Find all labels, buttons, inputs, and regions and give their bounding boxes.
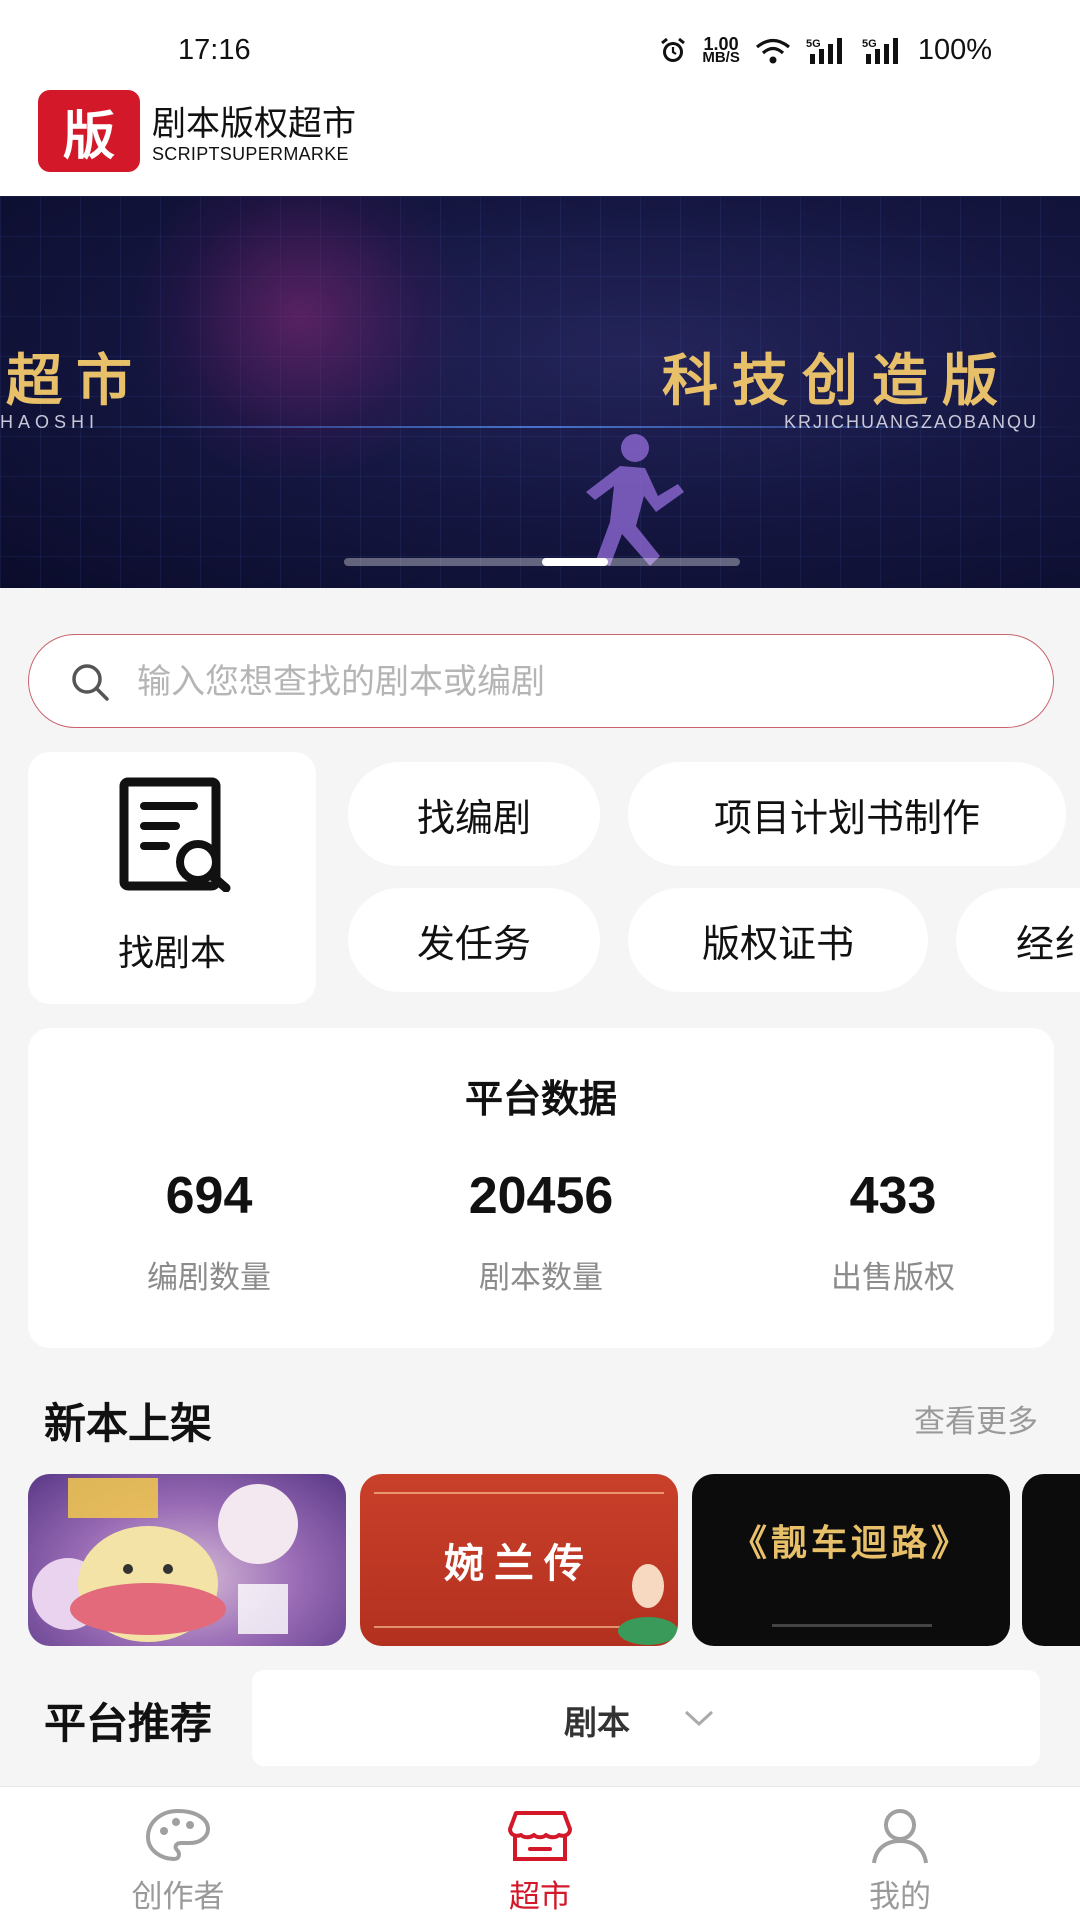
new-arrival-card[interactable] xyxy=(28,1474,346,1646)
post-task-label: 发任务 xyxy=(416,921,531,966)
copyright-cert-button[interactable]: 版权证书 xyxy=(628,888,928,992)
signal-5g-icon: 5G xyxy=(806,36,848,66)
view-more-link[interactable]: 查看更多 xyxy=(914,1396,1038,1441)
bottom-navigation: 创作者 超市 我的 xyxy=(0,1786,1080,1920)
promo-banner[interactable]: 超市 HAOSHI 科技创造版 KRJICHUANGZAOBANQU xyxy=(0,196,1080,588)
stat-label: 剧本数量 xyxy=(479,1260,603,1296)
svg-text:5G: 5G xyxy=(862,38,877,50)
svg-text:5G: 5G xyxy=(806,38,821,50)
stat-copyrights-sold: 433 出售版权 xyxy=(763,1166,1023,1297)
nav-tab-mine[interactable]: 我的 xyxy=(800,1787,1000,1920)
net-speed-unit: MB/S xyxy=(702,48,740,66)
new-arrival-card[interactable]: 《靓车迴路》 xyxy=(692,1474,1010,1646)
signal-5g-icon: 5G xyxy=(862,36,904,66)
category-dropdown[interactable]: 剧本 xyxy=(252,1670,1040,1766)
lotus-icon xyxy=(618,1564,678,1645)
category-dropdown-value: 剧本 xyxy=(564,1703,630,1742)
alarm-icon xyxy=(658,36,688,66)
banner-left-subtitle: HAOSHI xyxy=(0,412,100,432)
search-bar[interactable] xyxy=(28,634,1054,728)
app-header: 版 剧本版权超市 SCRIPTSUPERMARKE xyxy=(0,84,1080,196)
stat-value: 433 xyxy=(849,1167,937,1225)
project-plan-button[interactable]: 项目计划书制作 xyxy=(628,762,1066,866)
new-arrival-card[interactable] xyxy=(1022,1474,1080,1646)
search-icon xyxy=(72,664,109,701)
nav-label: 我的 xyxy=(869,1879,931,1915)
stat-label: 编剧数量 xyxy=(147,1260,271,1296)
search-input[interactable] xyxy=(137,655,1017,709)
find-script-label: 找剧本 xyxy=(117,933,226,974)
store-icon xyxy=(508,1811,572,1861)
new-arrivals-title: 新本上架 xyxy=(44,1399,213,1448)
stat-writers: 694 编剧数量 xyxy=(79,1166,339,1297)
find-writer-label: 找编剧 xyxy=(416,795,531,840)
net-speed: 1.00 MB/S xyxy=(702,35,740,66)
nav-tab-creator[interactable]: 创作者 xyxy=(78,1787,278,1920)
banner-right-subtitle: KRJICHUANGZAOBANQU xyxy=(784,412,1039,432)
document-search-icon xyxy=(119,777,231,892)
status-indicators: 1.00 MB/S 5G 5G 100% xyxy=(658,34,992,67)
banner-right-title: 科技创造版 xyxy=(662,348,1012,414)
find-script-button[interactable]: 找剧本 xyxy=(28,752,316,1004)
status-time: 17:16 xyxy=(178,34,251,66)
status-bar: 17:16 1.00 MB/S 5G 5G 100% xyxy=(0,0,1080,84)
platform-data-title: 平台数据 xyxy=(464,1077,617,1121)
project-plan-label: 项目计划书制作 xyxy=(713,795,980,840)
banner-indicator-active xyxy=(542,558,608,566)
plush-toy-image xyxy=(28,1474,346,1646)
new-arrival-title: 《靓车迴路》 xyxy=(730,1522,971,1564)
card-stage-line xyxy=(772,1624,932,1627)
stat-value: 694 xyxy=(165,1167,253,1225)
banner-left-title: 超市 xyxy=(6,348,146,414)
new-arrival-card[interactable]: 婉兰传 xyxy=(360,1474,678,1646)
recommend-title: 平台推荐 xyxy=(44,1699,213,1748)
user-icon xyxy=(872,1809,928,1864)
find-writer-button[interactable]: 找编剧 xyxy=(348,762,600,866)
stat-label: 出售版权 xyxy=(831,1260,955,1296)
copyright-cert-label: 版权证书 xyxy=(701,921,854,966)
nav-tab-market[interactable]: 超市 xyxy=(440,1787,640,1920)
chevron-down-icon xyxy=(684,1710,714,1727)
battery-level: 100% xyxy=(917,34,992,66)
stat-value: 20456 xyxy=(468,1167,614,1225)
nav-label: 超市 xyxy=(509,1879,571,1915)
more-action-label: 经纟 xyxy=(1016,921,1080,966)
banner-page-indicator xyxy=(344,558,740,566)
app-subtitle: SCRIPTSUPERMARKE xyxy=(152,144,349,164)
nav-label: 创作者 xyxy=(131,1879,225,1915)
platform-data-card: 平台数据 694 编剧数量 20456 剧本数量 433 出售版权 xyxy=(28,1028,1054,1348)
logo-char: 版 xyxy=(62,105,115,167)
app-name: 剧本版权超市 xyxy=(152,104,356,144)
app-logo: 版 xyxy=(38,90,140,172)
wifi-icon xyxy=(754,36,792,66)
more-action-button[interactable]: 经纟 xyxy=(956,888,1080,992)
palette-icon xyxy=(145,1808,211,1862)
stat-scripts: 20456 剧本数量 xyxy=(411,1166,671,1297)
post-task-button[interactable]: 发任务 xyxy=(348,888,600,992)
